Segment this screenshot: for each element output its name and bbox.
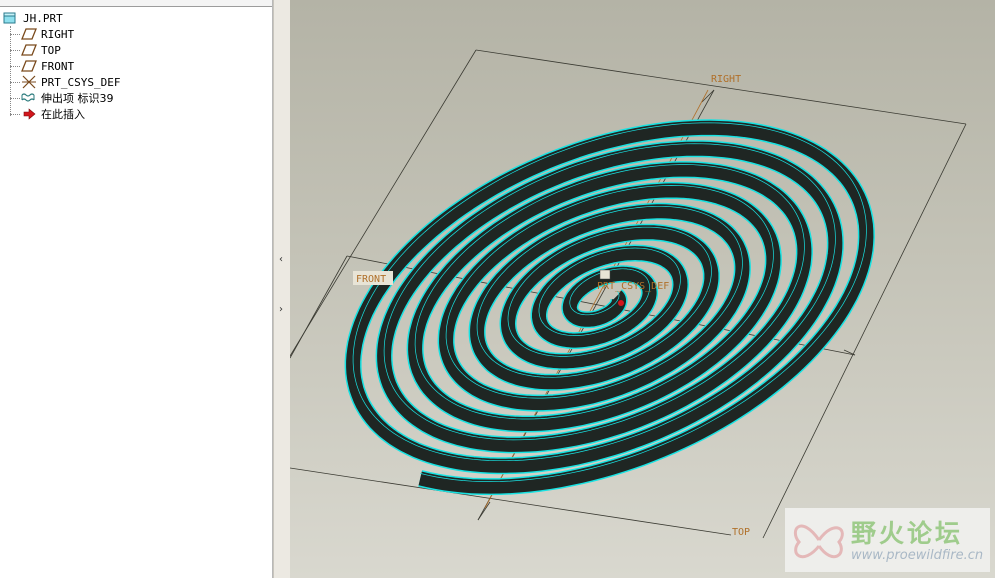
spiral-coil-model[interactable] (344, 119, 875, 496)
datum-plane-icon (21, 43, 37, 57)
insert-here-arrow-icon (21, 107, 37, 121)
tree-item-label: 伸出项 标识39 (41, 92, 114, 105)
tree-item-csys[interactable]: PRT_CSYS_DEF (21, 74, 120, 90)
datum-plane-icon (21, 59, 37, 73)
tree-guide-line (10, 66, 20, 67)
part-icon (3, 11, 19, 25)
datum-label-front: FRONT (356, 274, 386, 285)
panel-splitter[interactable]: ‹ › (273, 0, 291, 578)
tree-item-right[interactable]: RIGHT (21, 26, 74, 42)
watermark-url: www.proewildfire.cn (851, 548, 984, 563)
graphics-viewport[interactable]: RIGHT TOP FRONT PRT_CSYS_DEF (290, 0, 995, 578)
datum-label-top: TOP (732, 527, 750, 538)
watermark: 野火论坛 www.proewildfire.cn (785, 508, 990, 572)
spiral-coil-body (346, 120, 874, 494)
tree-guide-line (10, 34, 20, 35)
datum-plane-edge (477, 501, 491, 521)
tree-item-label: PRT_CSYS_DEF (41, 75, 121, 89)
watermark-title: 野火论坛 (851, 519, 964, 548)
tree-item-top[interactable]: TOP (21, 42, 61, 58)
tree-guide-line (10, 82, 20, 83)
csys-origin-icon (618, 300, 624, 306)
datum-plane-edge (475, 49, 967, 125)
datum-label-right: RIGHT (711, 74, 741, 85)
tree-root-label: JH.PRT (23, 11, 63, 25)
tree-root-item[interactable]: JH.PRT (3, 10, 63, 26)
tree-item-insert-here[interactable]: 在此插入 (21, 106, 85, 122)
datum-plane-icon (21, 27, 37, 41)
model-graphics: RIGHT TOP FRONT PRT_CSYS_DEF (290, 49, 967, 539)
tree-item-label: TOP (41, 43, 61, 57)
tree-item-label: FRONT (41, 59, 75, 73)
model-tree-header (0, 0, 272, 7)
model-tree-panel: JH.PRT RIGHT TOP FRONT PRT_CSYS_DEF 伸出项 … (0, 0, 273, 578)
tree-guide-line (10, 114, 20, 115)
datum-label-csys: PRT_CSYS_DEF (597, 281, 669, 292)
csys-origin-marker (599, 269, 611, 280)
tree-item-label: 在此插入 (41, 108, 85, 121)
datum-plane-edge (290, 255, 348, 359)
tree-item-label: RIGHT (41, 27, 75, 41)
tree-guide-line (10, 50, 20, 51)
collapse-tree-button[interactable]: ‹ (276, 250, 286, 270)
coordinate-system-icon (21, 75, 37, 89)
expand-tree-button[interactable]: › (276, 300, 286, 320)
tree-guide-line (10, 98, 20, 99)
tree-item-extrude[interactable]: 伸出项 标识39 (21, 90, 114, 106)
butterfly-logo-icon (793, 524, 844, 559)
tree-item-front[interactable]: FRONT (21, 58, 74, 74)
extrude-feature-icon (21, 91, 37, 105)
tree-guide-line (10, 26, 11, 116)
